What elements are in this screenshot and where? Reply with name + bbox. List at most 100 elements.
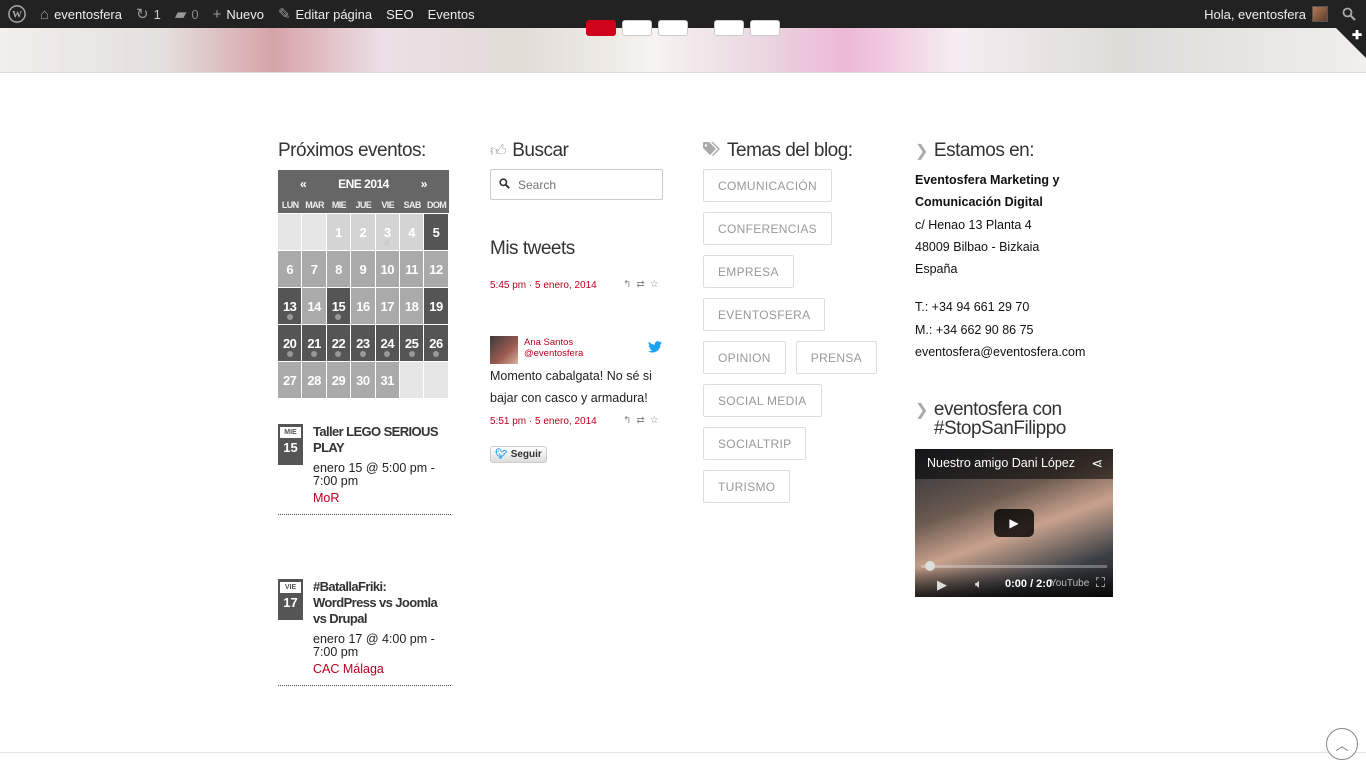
email-link[interactable]: eventosfera@eventosfera.com	[915, 341, 1115, 363]
tweet-author[interactable]: Ana Santos @eventosfera	[524, 337, 583, 359]
comments-link[interactable]: ▰ 0	[168, 0, 206, 28]
next-month-button[interactable]: »	[421, 177, 428, 191]
reply-icon[interactable]: ↰	[623, 415, 636, 426]
tag-link[interactable]: CONFERENCIAS	[703, 212, 832, 245]
calendar-day[interactable]: 31	[375, 362, 399, 398]
calendar-day[interactable]: 2	[351, 214, 375, 250]
calendar-day[interactable]: 14	[302, 288, 326, 324]
prev-month-button[interactable]: «	[300, 177, 307, 191]
calendar-day[interactable]: 26	[424, 325, 448, 361]
toggle-plus-icon[interactable]: ✚	[1352, 28, 1362, 42]
event-title-link[interactable]: #BatallaFriki: WordPress vs Joomla vs Dr…	[313, 579, 451, 627]
calendar-day[interactable]: 20	[278, 325, 302, 361]
youtube-video[interactable]: Nuestro amigo Dani López ⋖ ▶ ▶ 🔈︎ 0:00 /…	[915, 449, 1113, 597]
tag-link[interactable]: PRENSA	[795, 341, 877, 374]
slider-dot-1[interactable]	[586, 20, 616, 36]
calendar-day[interactable]: 17	[375, 288, 399, 324]
search-input[interactable]	[518, 177, 648, 192]
calendar-day[interactable]: 11	[399, 251, 424, 287]
events-label: Eventos	[427, 6, 475, 22]
events-link[interactable]: Eventos	[421, 0, 482, 28]
calendar-day[interactable]: 7	[302, 251, 326, 287]
tweet-actions[interactable]: ↰⇄☆	[623, 279, 664, 290]
tag-link[interactable]: OPINION	[703, 341, 786, 374]
tag-link[interactable]: COMUNICACIÓN	[703, 169, 832, 202]
video-widget-title: ❯ eventosfera con #StopSanFilippo	[915, 400, 1115, 442]
play-button[interactable]: ▶	[994, 509, 1034, 537]
tweet-timestamp-link[interactable]: 5:45 pm · 5 enero, 2014	[490, 280, 597, 291]
tweet-text: Momento cabalgata! No sé si bajar con ca…	[490, 369, 652, 405]
calendar-day[interactable]: 18	[399, 288, 424, 324]
twitter-bird-icon[interactable]	[648, 341, 662, 356]
calendar-day[interactable]: 3	[375, 214, 399, 250]
tweet-timestamp-link[interactable]: 5:51 pm · 5 enero, 2014	[490, 416, 597, 427]
calendar-day[interactable]: 8	[326, 251, 351, 287]
calendar-day[interactable]: 27	[278, 362, 302, 398]
youtube-logo[interactable]: YouTube	[1050, 578, 1089, 589]
calendar-day[interactable]: 4	[399, 214, 424, 250]
slider-dot-5[interactable]	[750, 20, 780, 36]
tweet-actions[interactable]: ↰⇄☆	[623, 415, 664, 426]
progress-knob[interactable]	[925, 561, 935, 571]
retweet-icon[interactable]: ⇄	[636, 415, 649, 426]
calendar-day[interactable]: 24	[375, 325, 399, 361]
tag-link[interactable]: EVENTOSFERA	[703, 298, 826, 331]
my-account-link[interactable]: Hola, eventosfera	[1197, 0, 1335, 28]
calendar-day[interactable]: 12	[424, 251, 448, 287]
calendar-day[interactable]: 13	[278, 288, 302, 324]
calendar-day[interactable]: 5	[424, 214, 448, 250]
favorite-icon[interactable]: ☆	[650, 415, 664, 426]
calendar-day[interactable]: 29	[326, 362, 351, 398]
calendar-day[interactable]: 21	[302, 325, 326, 361]
slider-dot-2[interactable]	[622, 20, 652, 36]
tag-link[interactable]: SOCIALTRIP	[703, 427, 807, 460]
calendar-day[interactable]: 15	[326, 288, 351, 324]
company-name: Eventosfera Marketing y	[915, 173, 1060, 187]
slider-dot-3[interactable]	[658, 20, 688, 36]
event-item[interactable]: MIE 15 Taller LEGO SERIOUS PLAY enero 15…	[278, 424, 451, 515]
reply-icon[interactable]: ↰	[623, 279, 636, 290]
edit-page-link[interactable]: ✎ Editar página	[271, 0, 379, 28]
wordpress-logo-icon[interactable]: W	[0, 0, 33, 28]
retweet-icon[interactable]: ⇄	[636, 279, 649, 290]
play-icon[interactable]: ▶	[937, 577, 947, 593]
scroll-to-top-button[interactable]: ︿	[1326, 728, 1358, 760]
slider-dot-4[interactable]	[714, 20, 744, 36]
calendar-day[interactable]: 25	[399, 325, 424, 361]
calendar-day[interactable]: 1	[326, 214, 351, 250]
tweet-author-handle[interactable]: @eventosfera	[524, 348, 583, 359]
tag-link[interactable]: SOCIAL MEDIA	[703, 384, 822, 417]
tweet-avatar[interactable]	[490, 336, 518, 364]
calendar-day[interactable]: 30	[351, 362, 375, 398]
site-name-link[interactable]: ⌂ eventosfera	[33, 0, 129, 28]
new-content-link[interactable]: + Nuevo	[206, 0, 271, 28]
follow-button[interactable]: 🐦︎ Seguir	[490, 446, 547, 463]
event-title-link[interactable]: Taller LEGO SERIOUS PLAY	[313, 424, 451, 456]
tweet-author-name[interactable]: Ana Santos	[524, 337, 583, 348]
event-item[interactable]: VIE 17 #BatallaFriki: WordPress vs Jooml…	[278, 579, 451, 686]
updates-link[interactable]: ↻ 1	[129, 0, 168, 28]
calendar-day[interactable]: 9	[351, 251, 375, 287]
calendar-day[interactable]: 23	[351, 325, 375, 361]
address-line: c/ Henao 13 Planta 4	[915, 217, 1032, 232]
tag-link[interactable]: EMPRESA	[703, 255, 794, 288]
event-venue-link[interactable]: CAC Málaga	[313, 662, 451, 676]
calendar-day[interactable]: 28	[302, 362, 326, 398]
volume-icon[interactable]: 🔈︎	[975, 576, 983, 592]
favorite-icon[interactable]: ☆	[650, 279, 664, 290]
event-venue-link[interactable]: MoR	[313, 491, 451, 505]
tag-link[interactable]: TURISMO	[703, 470, 791, 503]
share-icon[interactable]: ⋖	[1091, 455, 1103, 472]
calendar-day[interactable]: 16	[351, 288, 375, 324]
search-icon[interactable]	[1335, 0, 1366, 28]
calendar-day[interactable]: 19	[424, 288, 448, 324]
calendar-day[interactable]: 10	[375, 251, 399, 287]
progress-bar[interactable]	[921, 561, 1107, 571]
video-title[interactable]: Nuestro amigo Dani López	[927, 456, 1075, 470]
seo-link[interactable]: SEO	[379, 0, 420, 28]
fullscreen-icon[interactable]: ⛶	[1096, 575, 1105, 591]
calendar-day[interactable]: 22	[326, 325, 351, 361]
tags-widget-title: Temas del blog:	[703, 138, 888, 164]
calendar-day[interactable]: 6	[278, 251, 302, 287]
divider	[0, 72, 1366, 73]
